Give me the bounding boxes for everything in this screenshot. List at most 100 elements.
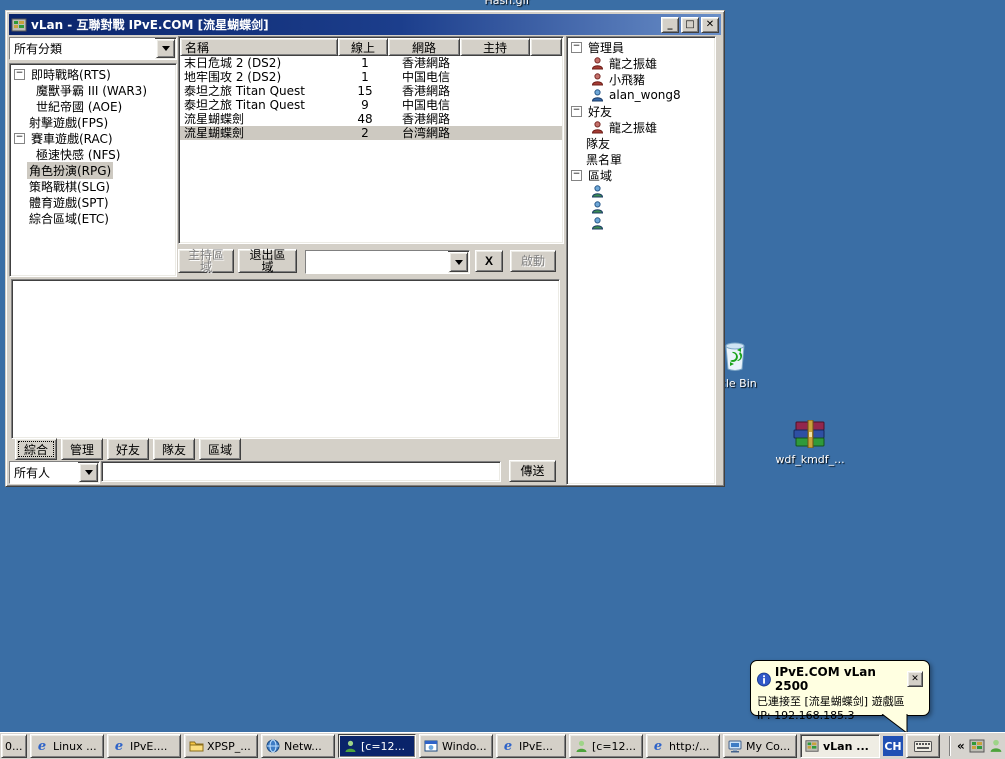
- chat-input[interactable]: [101, 461, 501, 482]
- taskbar-button[interactable]: Netw...: [261, 734, 335, 758]
- room-row[interactable]: 流星蝴蝶劍 48 香港網路: [180, 112, 562, 126]
- language-indicator[interactable]: CH: [883, 736, 903, 756]
- taskbar-button-label: [c=12...: [592, 739, 637, 753]
- taskbar-button-highlighted[interactable]: [c=12...: [338, 734, 416, 758]
- tree-item-rts[interactable]: 即時戰略(RTS): [10, 66, 176, 82]
- taskbar-button[interactable]: e IPvE....: [107, 734, 181, 758]
- tree-item-aoe[interactable]: 世紀帝國 (AOE): [10, 98, 176, 114]
- user-item[interactable]: 龍之振雄: [567, 55, 715, 71]
- tree-item-fps[interactable]: 射擊遊戲(FPS): [10, 114, 176, 130]
- desktop-icon-partial[interactable]: Hash.gif: [462, 0, 552, 8]
- chat-tabs: 綜合 管理 好友 隊友 區域: [15, 438, 245, 460]
- user-item[interactable]: [567, 199, 715, 215]
- archive-file-icon[interactable]: wdf_kmdf_...: [775, 419, 845, 466]
- room-row[interactable]: 末日危城 2 (DS2) 1 香港網路: [180, 56, 562, 70]
- room-combobox-arrow[interactable]: [449, 252, 468, 272]
- column-extra[interactable]: [530, 38, 562, 56]
- category-tree[interactable]: 即時戰略(RTS) 魔獸爭霸 III (WAR3) 世紀帝國 (AOE) 射擊遊…: [9, 63, 177, 277]
- room-list[interactable]: 名稱 線上 網路 主持 末日危城 2 (DS2) 1 香港網路 地牢围攻 2 (DS…: [178, 36, 564, 244]
- collapse-icon[interactable]: [571, 105, 582, 117]
- clear-button[interactable]: X: [475, 250, 503, 272]
- keyboard-button[interactable]: [906, 734, 940, 758]
- person-red-icon: [591, 120, 604, 133]
- category-combobox[interactable]: 所有分類: [9, 37, 177, 60]
- tree-item-slg[interactable]: 策略戰棋(SLG): [10, 178, 176, 194]
- maximize-button[interactable]: □: [681, 16, 699, 33]
- tab-teammates[interactable]: 隊友: [153, 438, 196, 460]
- room-combobox[interactable]: [305, 250, 470, 274]
- chat-log[interactable]: [11, 279, 560, 439]
- messenger-tray-icon[interactable]: [989, 739, 1003, 753]
- taskbar-button[interactable]: 0...: [1, 734, 27, 758]
- taskbar-button-active[interactable]: vLan ...: [800, 734, 880, 758]
- room-list-header[interactable]: 名稱 線上 網路 主持: [180, 38, 562, 56]
- tree-item-admins[interactable]: 管理員: [567, 39, 715, 55]
- taskbar-button-label: IPvE....: [130, 739, 168, 753]
- taskbar-button[interactable]: e Linux ...: [30, 734, 104, 758]
- tree-item-war3[interactable]: 魔獸爭霸 III (WAR3): [10, 82, 176, 98]
- tree-item-rpg[interactable]: 角色扮演(RPG): [10, 161, 176, 179]
- user-item[interactable]: 小飛豬: [567, 71, 715, 87]
- taskbar-button[interactable]: Windo...: [419, 734, 493, 758]
- category-combobox-arrow[interactable]: [156, 39, 175, 58]
- leave-zone-button[interactable]: 退出區域: [238, 249, 297, 273]
- tab-friends[interactable]: 好友: [107, 438, 150, 460]
- tab-zone[interactable]: 區域: [199, 438, 242, 460]
- tree-item-friends[interactable]: 好友: [567, 103, 715, 119]
- column-name[interactable]: 名稱: [180, 38, 338, 56]
- tree-item-zone[interactable]: 區域: [567, 167, 715, 183]
- person-blue-icon: [591, 200, 604, 213]
- room-row-selected[interactable]: 流星蝴蝶劍 2 台湾網路: [180, 126, 562, 140]
- minimize-button[interactable]: _: [661, 16, 679, 33]
- tab-general[interactable]: 綜合: [15, 438, 58, 460]
- tree-item-teammates[interactable]: 隊友: [567, 135, 715, 151]
- taskbar-button[interactable]: [c=12...: [569, 734, 643, 758]
- user-item[interactable]: 龍之振雄: [567, 119, 715, 135]
- person-red-icon: [591, 56, 604, 69]
- chevron-down-icon: [161, 46, 170, 51]
- tray-chevron-button[interactable]: «: [957, 739, 965, 753]
- column-online[interactable]: 線上: [338, 38, 388, 56]
- taskbar-button-label: 0...: [5, 739, 23, 753]
- column-host[interactable]: 主持: [460, 38, 530, 56]
- taskbar-button[interactable]: e http:/...: [646, 734, 720, 758]
- collapse-icon[interactable]: [14, 68, 25, 80]
- title-bar[interactable]: vLan - 互聯對戰 IPvE.COM [流星蝴蝶剑] _ □ ✕: [9, 14, 721, 35]
- room-row[interactable]: 泰坦之旅 Titan Quest 9 中国电信: [180, 98, 562, 112]
- taskbar-button[interactable]: My Co...: [723, 734, 797, 758]
- room-row[interactable]: 地牢围攻 2 (DS2) 1 中国电信: [180, 70, 562, 84]
- tree-item-blacklist[interactable]: 黑名單: [567, 151, 715, 167]
- ie-icon: e: [114, 738, 124, 754]
- column-network[interactable]: 網路: [388, 38, 460, 56]
- collapse-icon[interactable]: [571, 169, 582, 181]
- taskbar-button-label: [c=12...: [361, 739, 406, 753]
- tree-item-etc[interactable]: 綜合區域(ETC): [10, 210, 176, 226]
- tree-item-spt[interactable]: 體育遊戲(SPT): [10, 194, 176, 210]
- chat-target-combobox[interactable]: 所有人: [9, 461, 100, 484]
- tab-admin[interactable]: 管理: [61, 438, 104, 460]
- taskbar-button[interactable]: XPSP_...: [184, 734, 258, 758]
- person-blue-icon: [591, 216, 604, 229]
- collapse-icon[interactable]: [14, 132, 25, 144]
- send-button[interactable]: 傳送: [509, 460, 556, 482]
- user-item[interactable]: [567, 183, 715, 199]
- keyboard-icon: [914, 740, 932, 752]
- balloon-close-button[interactable]: ✕: [907, 671, 923, 687]
- user-item[interactable]: [567, 215, 715, 231]
- collapse-icon[interactable]: [571, 41, 582, 53]
- taskbar-button[interactable]: e IPvE...: [496, 734, 566, 758]
- close-button[interactable]: ✕: [701, 16, 719, 33]
- tree-item-nfs[interactable]: 極速快感 (NFS): [10, 146, 176, 162]
- chat-target-arrow[interactable]: [79, 463, 98, 482]
- user-tree[interactable]: 管理員 龍之振雄 小飛豬 alan_wong8 好友 龍之振雄 隊友 黑名單 區…: [566, 36, 716, 485]
- app-icon: [11, 18, 27, 31]
- room-combobox-value: [306, 251, 448, 273]
- messenger-person-icon: [342, 738, 358, 754]
- vlan-tray-icon[interactable]: [969, 738, 985, 754]
- tree-item-rac[interactable]: 賽車遊戲(RAC): [10, 130, 176, 146]
- launch-button[interactable]: 啟動: [510, 250, 556, 272]
- user-item[interactable]: alan_wong8: [567, 87, 715, 103]
- host-zone-button[interactable]: 主持區域: [178, 249, 234, 273]
- desktop-icon-label: Hash.gif: [484, 0, 530, 7]
- room-row[interactable]: 泰坦之旅 Titan Quest 15 香港網路: [180, 84, 562, 98]
